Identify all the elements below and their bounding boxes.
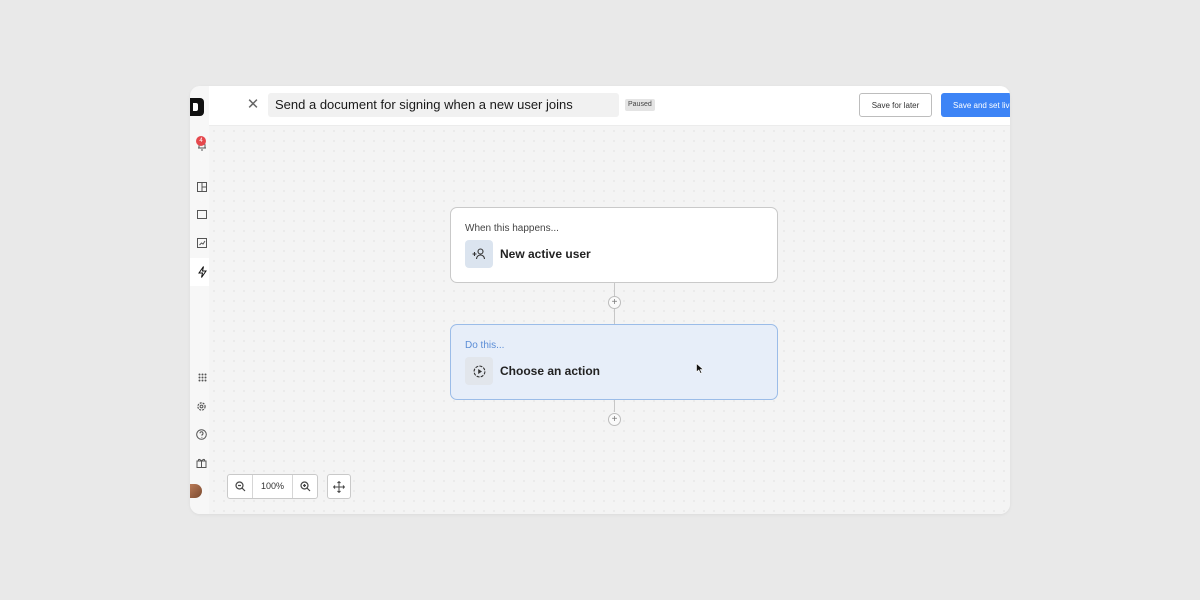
save-and-set-live-button[interactable]: Save and set live [941,93,1010,117]
status-badge: Paused [625,99,655,111]
add-step-button[interactable]: + [608,413,621,426]
trigger-card[interactable]: When this happens... New active user [450,207,778,283]
zoom-out-icon [234,481,245,492]
user-plus-icon [465,240,493,268]
pan-button[interactable] [327,474,351,499]
sidebar: 4 [190,86,209,514]
header-bar: ✕ Send a document for signing when a new… [209,86,1010,126]
action-label: Do this... [465,340,505,351]
workflow-title-input[interactable]: Send a document for signing when a new u… [268,93,619,117]
move-icon [333,480,345,493]
play-circle-icon [465,357,493,385]
mouse-cursor-icon [696,363,704,374]
close-icon[interactable]: ✕ [245,97,261,113]
apps-grid-icon[interactable] [190,369,209,385]
action-title: Choose an action [500,364,601,378]
add-step-button[interactable]: + [608,296,621,309]
action-card[interactable]: Do this... Choose an action [450,324,778,400]
zoom-level: 100% [252,475,293,498]
zoom-in-icon [299,481,310,492]
avatar[interactable] [190,484,202,498]
zoom-in-button[interactable] [293,475,317,498]
zoom-out-button[interactable] [228,475,252,498]
connector-line [614,400,615,412]
workflow-canvas[interactable]: When this happens... New active user + D… [209,126,1010,514]
lightning-icon[interactable] [190,264,209,280]
document-icon[interactable] [190,206,209,222]
help-icon[interactable] [190,426,209,442]
trigger-label: When this happens... [465,223,559,234]
gift-icon[interactable] [190,454,209,470]
app-window: 4 ✕ Send a document for signing when a n… [190,86,1010,514]
report-icon[interactable] [190,235,209,251]
save-for-later-button[interactable]: Save for later [859,93,932,117]
zoom-controls: 100% [227,474,318,499]
notification-badge: 4 [196,136,206,146]
gear-icon[interactable] [190,398,209,414]
layout-icon[interactable] [190,179,209,195]
logo-icon[interactable] [190,98,204,116]
trigger-title: New active user [500,247,591,261]
